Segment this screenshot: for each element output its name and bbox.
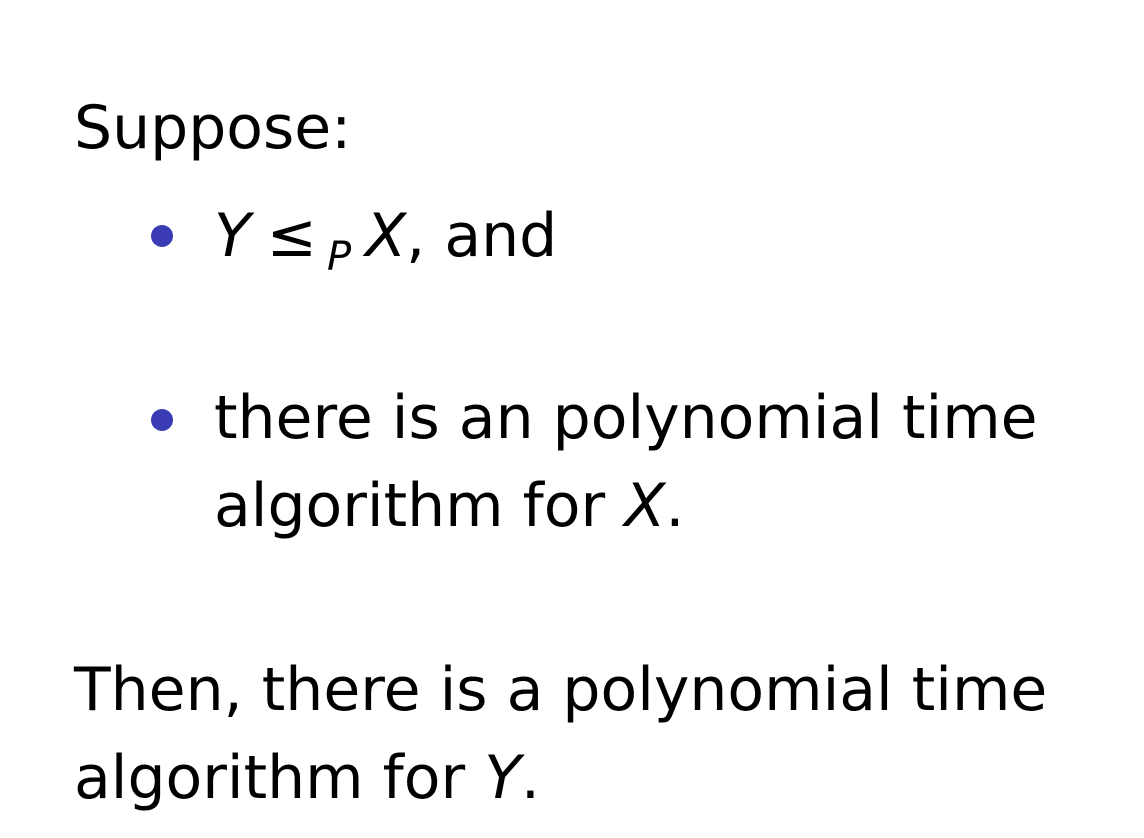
bullet-1-tail: , and	[406, 201, 558, 271]
conclusion-suffix: .	[520, 743, 540, 813]
bullet-2-suffix: .	[665, 471, 685, 541]
math-var-x: X	[365, 201, 407, 271]
math-var-x-2: X	[624, 471, 666, 541]
conclusion-line-2: algorithm for Y.	[74, 742, 540, 814]
bullet-dot-1	[151, 225, 173, 247]
math-var-y: Y	[214, 201, 251, 271]
slide: Suppose: Y ≤ P X, and there is an polynomia…	[0, 0, 1144, 838]
conclusion-line-1: Then, there is a polynomial time	[74, 655, 1048, 725]
math-subscript: P	[326, 234, 352, 280]
bullet-2-prefix: algorithm for	[214, 471, 625, 541]
math-var-y-2: Y	[484, 743, 521, 813]
bullet-dot-2	[151, 409, 173, 431]
math-relation: ≤	[266, 201, 317, 271]
bullet-item-1: Y ≤ P X, and	[214, 200, 558, 280]
bullet-item-2-line-1: there is an polynomial time	[214, 383, 1038, 453]
conclusion-prefix: algorithm for	[74, 743, 485, 813]
bullet-item-2-line-2: algorithm for X.	[214, 470, 684, 542]
intro-text: Suppose:	[74, 93, 352, 163]
